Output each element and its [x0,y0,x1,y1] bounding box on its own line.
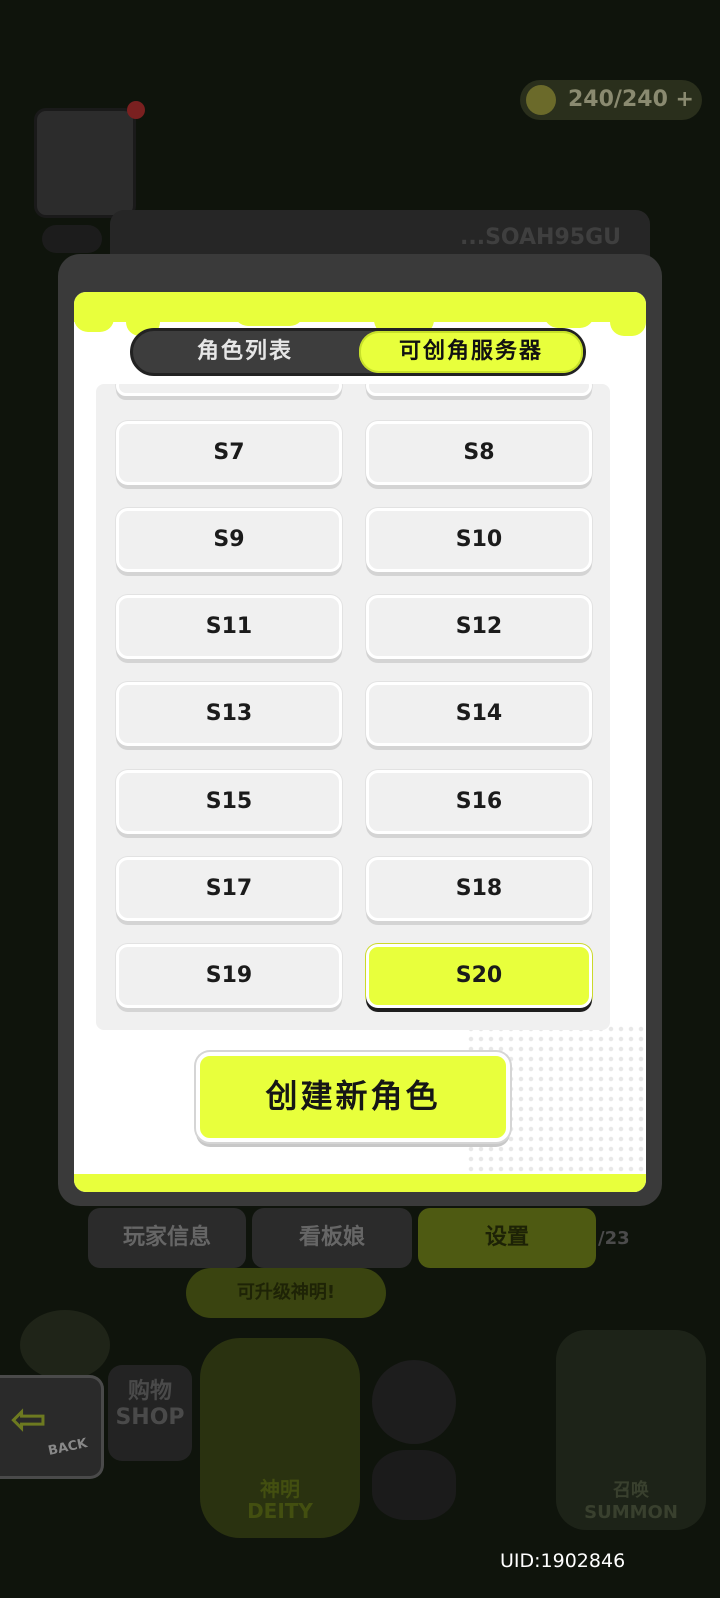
stamina-value: 240/240 [568,87,668,112]
summon-label: 召唤 [613,1480,649,1501]
server-button[interactable]: S17 [116,857,342,921]
back-label: BACK [46,1436,89,1459]
tab-available-servers[interactable]: 可创角服务器 [359,331,583,373]
upgrade-hint: 可升级神明! [186,1268,386,1318]
create-character-button[interactable]: 创建新角色 [196,1052,510,1142]
stamina-icon [526,85,556,115]
settings-button: 设置 [418,1208,596,1268]
level-badge [42,225,102,253]
server-button[interactable]: S13 [116,682,342,746]
shop-label: 购物 [127,1379,172,1404]
slime-drip [74,310,114,332]
server-button[interactable]: S14 [366,682,592,746]
tab-character-list[interactable]: 角色列表 [133,331,357,373]
background-circle-button [372,1450,456,1520]
back-arrow-icon: ⇦ [10,1394,47,1445]
modal-tab-switch: 角色列表 可创角服务器 [130,328,586,376]
stamina-counter: 240/240 + [520,80,702,120]
background-circle-button [372,1360,456,1444]
server-button[interactable]: S16 [366,770,592,834]
page-indicator: /23 [598,1228,630,1249]
player-avatar [34,101,145,218]
summon-button: 召唤 SUMMON [556,1330,706,1530]
server-button[interactable]: S8 [366,421,592,485]
server-list[interactable]: S7 S8 S9 S10 S11 S12 S13 S14 S15 S16 S17… [96,384,610,1030]
server-button[interactable]: S18 [366,857,592,921]
player-info-button: 玩家信息 [88,1208,246,1268]
deity-label-en: DEITY [247,1499,313,1523]
player-id-text: ...SOAH95GU [460,225,622,250]
uid-label: UID:1902846 [500,1550,626,1572]
server-select-modal: 角色列表 可创角服务器 S7 S8 S9 S10 S11 S12 S13 S14… [74,292,646,1192]
server-button[interactable]: S15 [116,770,342,834]
server-button[interactable]: S7 [116,421,342,485]
server-button[interactable]: S12 [366,595,592,659]
decor-blob [20,1310,110,1380]
server-button-partial[interactable] [366,384,592,396]
slime-footer-decor [74,1174,646,1192]
server-button[interactable]: S9 [116,508,342,572]
back-button[interactable]: ⇦ BACK [0,1375,104,1479]
server-button[interactable]: S10 [366,508,592,572]
summon-label-en: SUMMON [584,1502,678,1523]
shop-button: 购物 SHOP [108,1365,192,1461]
server-button-partial[interactable] [116,384,342,396]
server-button[interactable]: S11 [116,595,342,659]
notification-dot-icon [127,101,145,119]
slime-drip [610,310,646,336]
mascot-button: 看板娘 [252,1208,412,1268]
slime-drip [544,310,594,328]
deity-button: 神明 DEITY [200,1338,360,1538]
shop-label-en: SHOP [115,1405,185,1430]
server-button-selected[interactable]: S20 [366,944,592,1008]
server-button[interactable]: S19 [116,944,342,1008]
slime-drip [234,310,304,326]
deity-label: 神明 [260,1477,300,1501]
